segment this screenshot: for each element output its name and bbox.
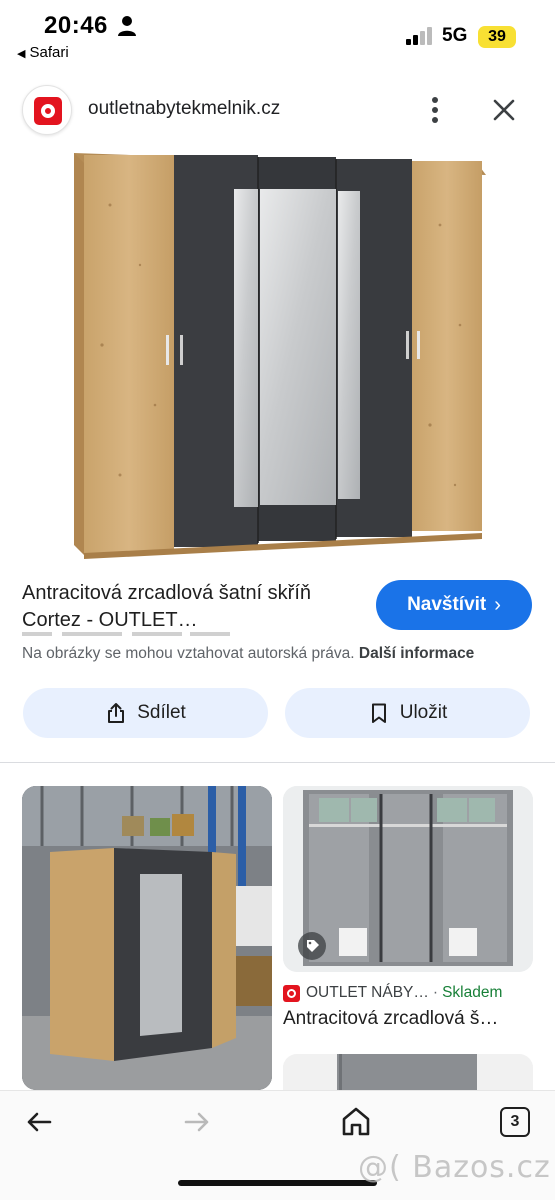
back-arrow-icon[interactable] — [24, 1107, 54, 1137]
related-image-warehouse[interactable] — [22, 786, 272, 1090]
section-divider — [0, 762, 555, 763]
network-type: 5G — [442, 25, 468, 46]
battery-indicator: 39 — [478, 26, 516, 48]
product-image[interactable] — [60, 145, 500, 565]
outlet-logo-icon — [22, 85, 72, 135]
outlet-favicon-icon — [283, 984, 300, 1002]
site-header: outletnabytekmelnik.cz — [0, 80, 555, 140]
forward-arrow-icon[interactable] — [182, 1107, 212, 1137]
stock-status: Skladem — [442, 984, 503, 1001]
share-button[interactable]: Sdílet — [23, 688, 268, 738]
copyright-notice: Na obrázky se mohou vztahovat autorská p… — [22, 645, 475, 662]
price-tag-icon — [298, 932, 326, 960]
home-icon[interactable] — [340, 1105, 372, 1137]
bookmark-icon — [371, 703, 386, 723]
save-label: Uložit — [399, 702, 448, 723]
visit-label: Navštívit — [407, 594, 487, 615]
status-time: 20:46 — [44, 12, 108, 39]
more-vertical-icon[interactable] — [423, 94, 447, 126]
share-label: Sdílet — [137, 702, 186, 723]
source-name: OUTLET NÁBY… — [306, 984, 429, 1001]
more-info-link[interactable]: Další informace — [359, 645, 474, 662]
home-indicator — [178, 1180, 377, 1186]
back-to-app-link[interactable]: ◀ Safari — [17, 44, 69, 61]
result-title[interactable]: Antracitová zrcadlová šatní skříň Cortez… — [22, 580, 352, 634]
separator-dot: · — [432, 984, 439, 1001]
status-bar: 20:46 ◀ Safari 5G 39 — [0, 0, 555, 70]
site-domain[interactable]: outletnabytekmelnik.cz — [88, 98, 280, 120]
save-button[interactable]: Uložit — [285, 688, 530, 738]
share-icon — [108, 703, 125, 723]
person-icon — [118, 16, 136, 36]
signal-icon — [406, 27, 432, 45]
bazos-watermark: @( Bazos.cz — [358, 1150, 551, 1185]
related-source[interactable]: OUTLET NÁBY… · Skladem — [283, 982, 533, 1004]
visit-button[interactable]: Navštívit › — [376, 580, 532, 630]
back-triangle-icon: ◀ — [17, 48, 26, 60]
related-title[interactable]: Antracitová zrcadlová š… — [283, 1008, 533, 1030]
tabs-count-button[interactable]: 3 — [500, 1107, 530, 1137]
chevron-right-icon: › — [494, 593, 501, 616]
close-icon[interactable] — [488, 94, 520, 126]
faded-text-line — [22, 632, 230, 636]
